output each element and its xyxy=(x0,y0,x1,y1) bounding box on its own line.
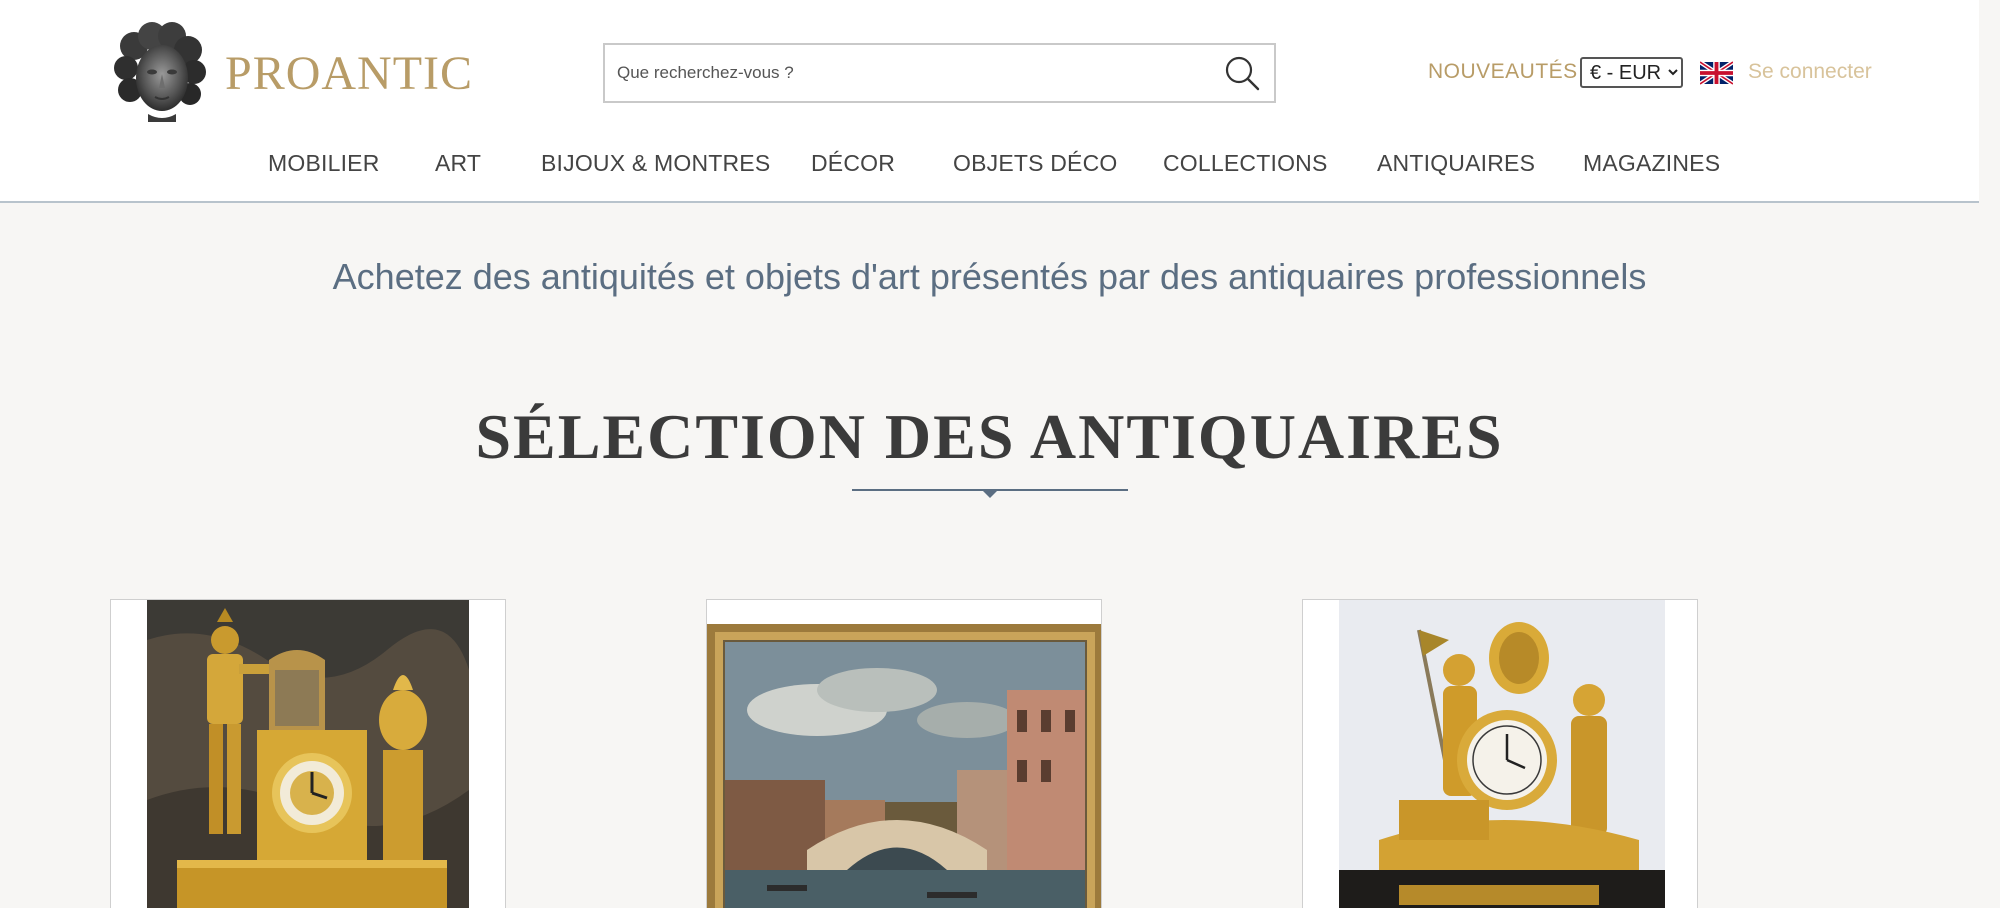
main-nav: MOBILIER ART BIJOUX & MONTRES DÉCOR OBJE… xyxy=(0,150,1979,180)
search-icon[interactable] xyxy=(1222,53,1262,93)
nav-bijoux-montres[interactable]: BIJOUX & MONTRES xyxy=(541,150,770,177)
nouveautes-link[interactable]: NOUVEAUTÉS xyxy=(1428,60,1578,84)
nav-art[interactable]: ART xyxy=(435,150,481,177)
product-card[interactable] xyxy=(1302,599,1698,908)
login-link[interactable]: Se connecter xyxy=(1748,60,1872,84)
nav-antiquaires[interactable]: ANTIQUAIRES xyxy=(1377,150,1535,177)
product-card[interactable] xyxy=(706,599,1102,908)
currency-select[interactable]: € - EUR xyxy=(1580,57,1683,88)
tagline: Achetez des antiquités et objets d'art p… xyxy=(332,256,1647,297)
logo-icon[interactable] xyxy=(112,22,208,122)
page: PROANTIC NOUVEAUTÉS € - EUR Se connecter… xyxy=(0,0,1979,908)
nav-objets-deco[interactable]: OBJETS DÉCO xyxy=(953,150,1118,177)
product-image[interactable] xyxy=(707,600,1102,908)
product-image[interactable] xyxy=(147,600,469,908)
brand-name[interactable]: PROANTIC xyxy=(225,46,473,101)
nav-magazines[interactable]: MAGAZINES xyxy=(1583,150,1720,177)
nav-decor[interactable]: DÉCOR xyxy=(811,150,895,177)
search-input[interactable] xyxy=(605,45,1205,101)
product-card[interactable] xyxy=(110,599,506,908)
title-divider xyxy=(852,489,1128,498)
product-image[interactable] xyxy=(1339,600,1665,908)
site-header: PROANTIC NOUVEAUTÉS € - EUR Se connecter… xyxy=(0,0,1979,203)
section-title: SÉLECTION DES ANTIQUAIRES xyxy=(475,401,1504,472)
nav-mobilier[interactable]: MOBILIER xyxy=(268,150,380,177)
search-box xyxy=(603,43,1276,103)
nav-collections[interactable]: COLLECTIONS xyxy=(1163,150,1328,177)
uk-flag-icon[interactable] xyxy=(1700,61,1733,85)
